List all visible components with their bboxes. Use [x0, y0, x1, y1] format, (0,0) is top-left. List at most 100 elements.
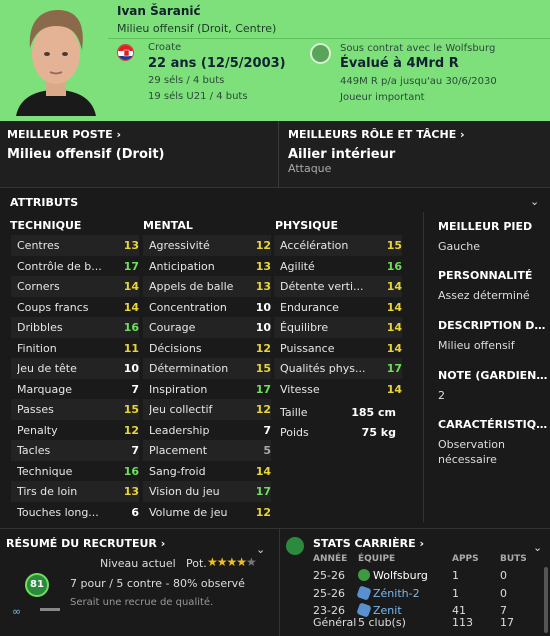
chevron-down-icon[interactable]: ⌄	[533, 541, 542, 554]
attribute-value: 13	[255, 280, 271, 293]
attribute-value: 10	[255, 321, 271, 334]
attribute-label: Vitesse	[280, 382, 320, 396]
career-team-link[interactable]: Zénith-2	[356, 585, 420, 601]
attribute-row[interactable]: Coups francs 14	[11, 297, 139, 318]
best-position-value: Milieu offensif (Droit)	[7, 147, 165, 162]
attribute-row[interactable]: Leadership 7	[143, 420, 271, 441]
attribute-row[interactable]: Endurance 14	[274, 297, 402, 318]
chevron-down-icon[interactable]: ⌄	[530, 195, 539, 208]
attribute-row[interactable]: Équilibre 14	[274, 317, 402, 338]
attribute-row[interactable]: Jeu de tête 10	[11, 358, 139, 379]
attribute-row[interactable]: Agressivité 12	[143, 235, 271, 256]
attribute-row[interactable]: Tirs de loin 13	[11, 481, 139, 502]
description-value: Milieu offensif	[438, 339, 515, 352]
contract-info[interactable]: Sous contrat avec le Wolfsburg	[340, 43, 495, 54]
attribute-value: 14	[255, 464, 271, 478]
career-stats-link[interactable]: STATS CARRIÈRE ›	[313, 537, 424, 550]
attributes-header[interactable]: ATTRIBUTS ⌄	[0, 190, 550, 212]
physical-title: PHYSIQUE	[275, 219, 339, 232]
attribute-value: 12	[255, 239, 271, 252]
wolfsburg-club-icon[interactable]	[310, 43, 331, 64]
career-scrollbar[interactable]	[544, 567, 548, 633]
attribute-row[interactable]: Penalty 12	[11, 420, 139, 441]
attribute-label: Détermination	[149, 362, 229, 375]
gk-rating-title: NOTE (GARDIEN D...	[438, 369, 548, 382]
attribute-value: 14	[386, 280, 402, 293]
attribute-row[interactable]: Volume de jeu 12	[143, 502, 271, 523]
col-season: ANNÉE	[313, 554, 348, 564]
attribute-value: 12	[255, 505, 271, 519]
player-avatar	[10, 4, 102, 116]
total-clubs: 5 club(s)	[358, 616, 406, 629]
attribute-row[interactable]: Vitesse 14	[274, 379, 402, 400]
player-header: Ivan Šaranić Milieu offensif (Droit, Cen…	[0, 0, 550, 121]
senior-caps: 29 séls / 4 buts	[148, 75, 225, 86]
attribute-label: Agressivité	[149, 239, 210, 252]
attribute-row[interactable]: Inspiration 17	[143, 379, 271, 400]
attribute-label: Penalty	[17, 423, 58, 437]
attribute-label: Courage	[149, 321, 196, 334]
scout-report-link[interactable]: RÉSUMÉ DU RECRUTEUR ›	[6, 537, 165, 550]
attribute-row[interactable]: Passes 15	[11, 399, 139, 420]
attribute-label: Jeu collectif	[149, 403, 213, 416]
chevron-down-icon[interactable]: ⌄	[256, 543, 265, 556]
attribute-label: Détente verti...	[280, 280, 364, 293]
player-position: Milieu offensif (Droit, Centre)	[117, 22, 277, 35]
attribute-row[interactable]: Agilité 16	[274, 256, 402, 277]
attribute-value: 17	[255, 382, 271, 396]
attribute-value: 5	[263, 444, 271, 457]
best-position-link[interactable]: MEILLEUR POSTE ›	[7, 128, 121, 141]
attribute-row[interactable]: Concentration 10	[143, 297, 271, 318]
attribute-label: Placement	[149, 444, 208, 457]
career-team-link[interactable]: Wolfsburg	[358, 569, 428, 582]
attribute-row[interactable]: Décisions 12	[143, 338, 271, 359]
attribute-value: 11	[123, 341, 139, 355]
attribute-label: Touches long...	[17, 505, 99, 519]
attribute-row[interactable]: Finition 11	[11, 338, 139, 359]
attribute-value: 13	[255, 259, 271, 273]
attribute-row[interactable]: Courage 10	[143, 317, 271, 338]
attribute-value: 7	[263, 423, 271, 437]
attribute-row[interactable]: Accélération 15	[274, 235, 402, 256]
nationality[interactable]: Croate	[148, 42, 181, 53]
attribute-row[interactable]: Technique 16	[11, 461, 139, 482]
attribute-label: Marquage	[17, 382, 73, 396]
attribute-row[interactable]: Placement 5	[143, 440, 271, 461]
attribute-label: Tirs de loin	[17, 485, 78, 498]
attribute-row[interactable]: Corners 14	[11, 276, 139, 297]
player-name: Ivan Šaranić	[117, 4, 201, 18]
attribute-row[interactable]: Sang-froid 14	[143, 461, 271, 482]
col-apps: APPS	[452, 554, 479, 564]
attribute-label: Centres	[17, 239, 60, 252]
career-season: 25-26	[313, 587, 345, 600]
attribute-row[interactable]: Anticipation 13	[143, 256, 271, 277]
attribute-value: 15	[386, 239, 402, 252]
attribute-label: Appels de balle	[149, 280, 234, 293]
best-role-duty: Attaque	[288, 162, 332, 175]
attribute-row[interactable]: Contrôle de b... 17	[11, 256, 139, 277]
best-foot-block: MEILLEUR PIED Gauche	[438, 220, 548, 254]
career-goals: 0	[500, 569, 507, 582]
attribute-row[interactable]: Dribbles 16	[11, 317, 139, 338]
attribute-row[interactable]: Puissance 14	[274, 338, 402, 359]
attribute-label: Corners	[17, 280, 60, 293]
attribute-row[interactable]: Centres 13	[11, 235, 139, 256]
attribute-value: 14	[386, 300, 402, 314]
attribute-label: Dribbles	[17, 321, 63, 334]
attribute-row[interactable]: Touches long... 6	[11, 502, 139, 523]
attribute-row[interactable]: Détermination 15	[143, 358, 271, 379]
scout-pros-cons: 7 pour / 5 contre - 80% observé	[70, 577, 245, 590]
attribute-label: Puissance	[280, 341, 335, 355]
total-apps: 113	[452, 616, 473, 629]
attribute-row[interactable]: Jeu collectif 12	[143, 399, 271, 420]
attribute-row[interactable]: Appels de balle 13	[143, 276, 271, 297]
personality-block: PERSONNALITÉ Assez déterminé	[438, 269, 548, 303]
divider	[279, 529, 280, 636]
attribute-row[interactable]: Détente verti... 14	[274, 276, 402, 297]
attribute-row[interactable]: Vision du jeu 17	[143, 481, 271, 502]
attribute-row[interactable]: Tacles 7	[11, 440, 139, 461]
best-role-link[interactable]: MEILLEURS RÔLE ET TÂCHE ›	[288, 128, 465, 141]
attribute-row[interactable]: Marquage 7	[11, 379, 139, 400]
best-role-value: Ailier intérieur	[288, 147, 396, 162]
attribute-row[interactable]: Qualités phys... 17	[274, 358, 402, 379]
